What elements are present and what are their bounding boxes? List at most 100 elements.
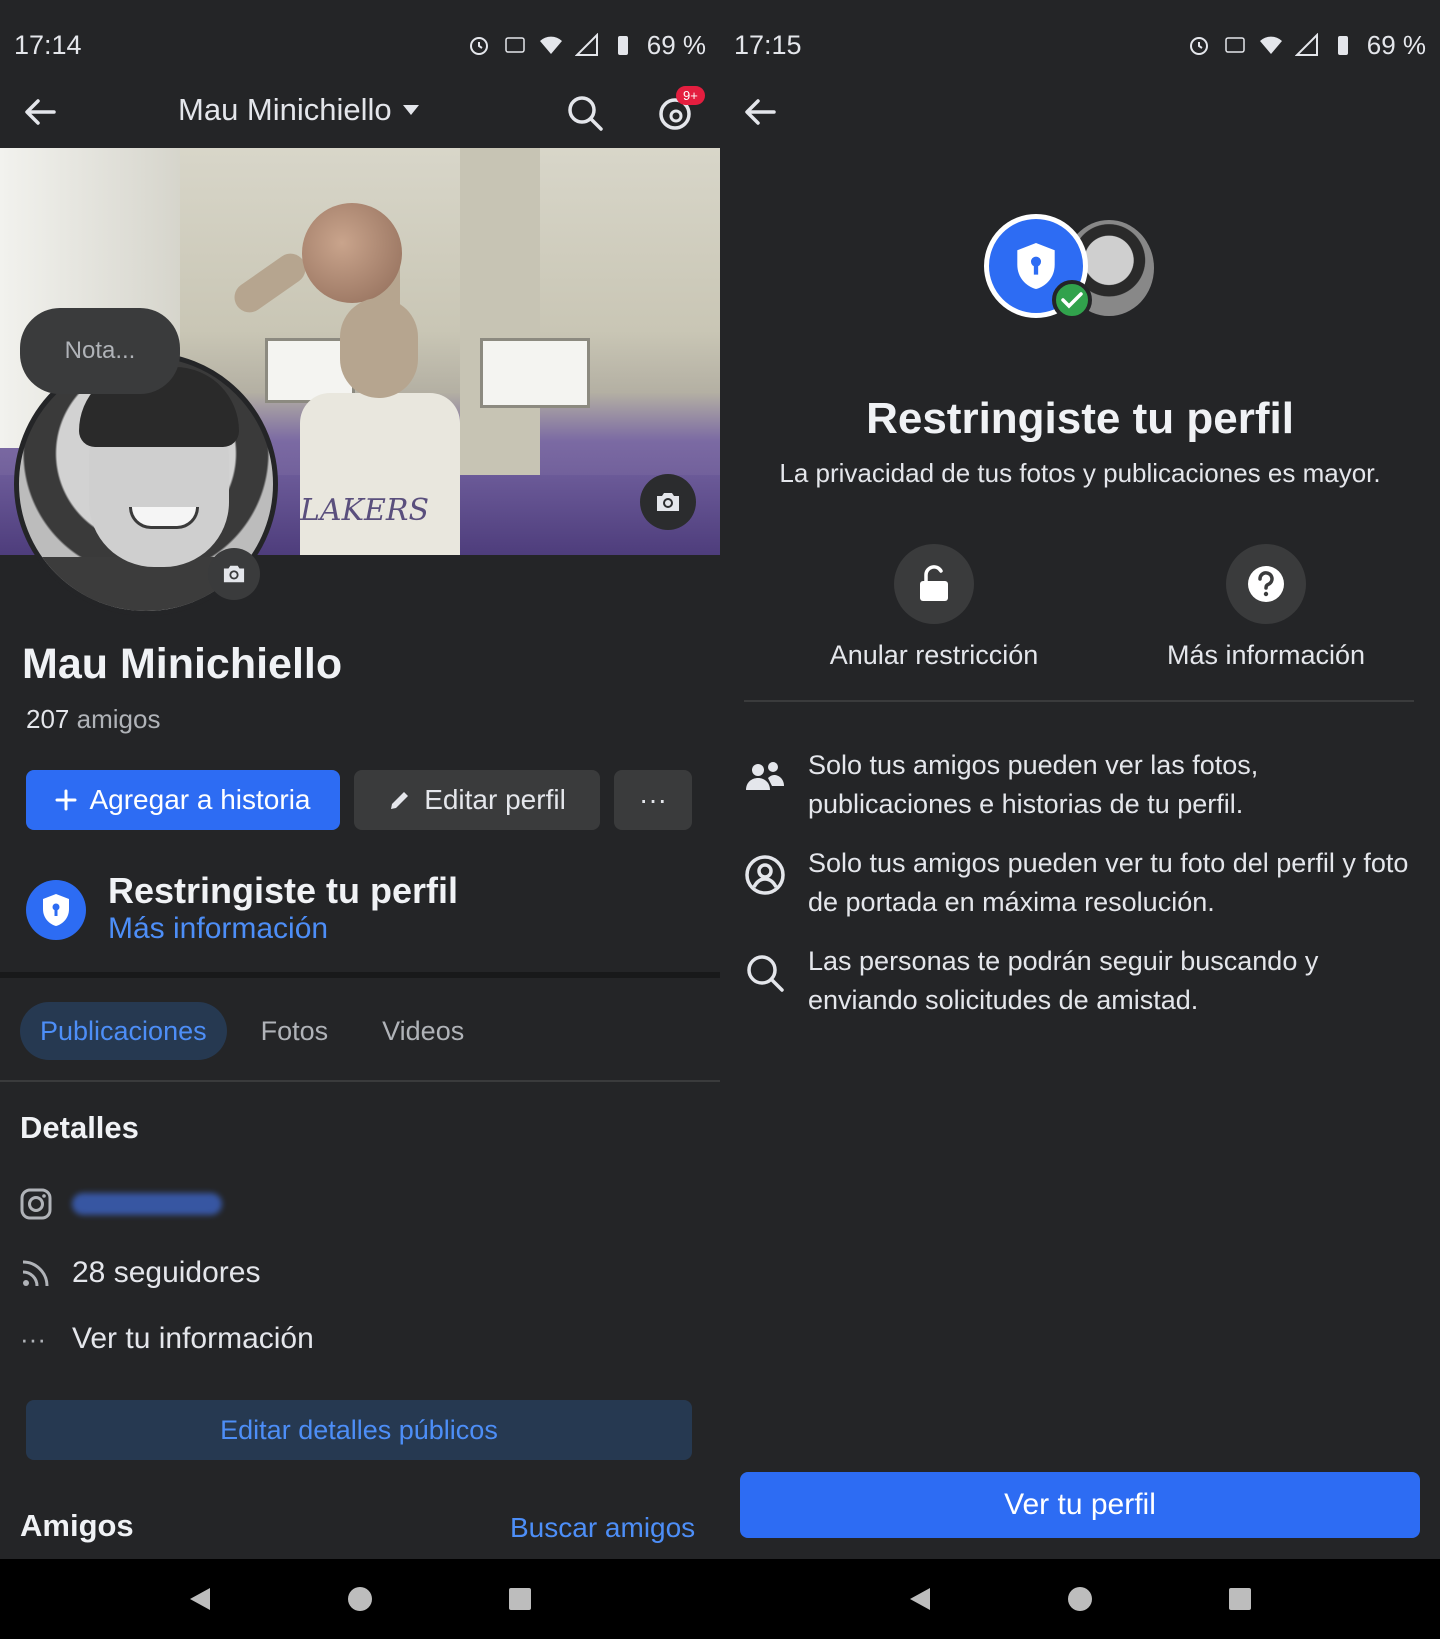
note-placeholder: Nota... xyxy=(64,337,136,364)
more-options-label: ··· xyxy=(639,784,667,815)
info-row-photo: Solo tus amigos pueden ver tu foto del p… xyxy=(744,844,1414,922)
appbar-title: Mau Minichiello xyxy=(178,92,392,127)
check-icon xyxy=(1052,280,1092,320)
wifi-icon xyxy=(1259,36,1282,54)
instagram-icon xyxy=(20,1188,52,1220)
find-friends-link[interactable]: Buscar amigos xyxy=(510,1512,695,1544)
followers-text: 28 seguidores xyxy=(72,1256,261,1289)
more-info-action[interactable]: Más información xyxy=(1116,544,1416,671)
edit-avatar-camera-button[interactable] xyxy=(208,548,260,600)
volte-icon xyxy=(1224,37,1245,53)
battery-icon xyxy=(1337,36,1348,55)
view-profile-button[interactable]: Ver tu perfil xyxy=(740,1472,1420,1538)
shield-lock-icon xyxy=(26,880,86,940)
pencil-icon xyxy=(391,792,409,809)
add-to-story-label: Agregar a historia xyxy=(89,784,311,815)
nav-home-icon[interactable] xyxy=(346,1585,374,1613)
info-text-friends: Solo tus amigos pueden ver las fotos, pu… xyxy=(808,750,1259,819)
edit-profile-label: Editar perfil xyxy=(424,784,566,815)
edit-public-details-button[interactable]: Editar detalles públicos xyxy=(26,1400,692,1460)
see-info-row[interactable]: ··· Ver tu información xyxy=(20,1322,314,1356)
signal-icon xyxy=(1294,33,1318,56)
back-arrow-icon[interactable] xyxy=(20,92,60,132)
info-text-search: Las personas te podrán seguir buscando y… xyxy=(808,946,1319,1015)
status-bar: 17:15 69 % xyxy=(720,0,1440,90)
profile-circle-icon xyxy=(745,855,785,895)
friends-heading: Amigos xyxy=(20,1508,134,1543)
rss-icon xyxy=(22,1260,49,1287)
ellipsis-icon: ··· xyxy=(20,1323,46,1354)
jersey-text: LAKERS xyxy=(300,493,430,528)
details-heading: Detalles xyxy=(20,1110,139,1145)
notification-badge: 9+ xyxy=(676,86,705,105)
restricted-title: Restringiste tu perfil xyxy=(108,870,459,911)
info-row-friends: Solo tus amigos pueden ver las fotos, pu… xyxy=(744,746,1414,824)
system-nav-bar xyxy=(720,1559,1440,1639)
profile-screen: 17:14 69 % Mau Minichiello 9+ LAKERS Not… xyxy=(0,0,720,1639)
edit-cover-camera-button[interactable] xyxy=(640,474,696,530)
friends-label: amigos xyxy=(76,704,161,734)
status-icons: 69 % xyxy=(1187,30,1426,61)
friends-count[interactable]: 207 amigos xyxy=(26,704,160,735)
add-to-story-button[interactable]: Agregar a historia xyxy=(26,770,340,830)
tab-publicaciones[interactable]: Publicaciones xyxy=(20,1002,227,1060)
tab-fotos[interactable]: Fotos xyxy=(241,1002,349,1060)
more-options-button[interactable]: ··· xyxy=(614,770,692,830)
plus-icon xyxy=(55,789,77,811)
edit-public-label: Editar detalles públicos xyxy=(220,1414,498,1445)
nav-recents-icon[interactable] xyxy=(506,1585,534,1613)
restriction-hero xyxy=(984,214,1174,324)
more-info-link[interactable]: Más información xyxy=(108,912,328,946)
search-icon xyxy=(747,955,784,992)
info-row-search: Las personas te podrán seguir buscando y… xyxy=(744,942,1414,1020)
basketball xyxy=(302,203,402,303)
status-bar: 17:14 69 % xyxy=(0,0,720,90)
status-icons: 69 % xyxy=(467,30,706,61)
battery-percent: 69 % xyxy=(1366,29,1426,60)
camera-icon xyxy=(223,565,245,583)
friends-icon xyxy=(746,762,784,790)
info-text-photo: Solo tus amigos pueden ver tu foto del p… xyxy=(808,848,1409,917)
wifi-icon xyxy=(539,36,562,54)
battery-icon xyxy=(617,36,628,55)
tab-videos[interactable]: Videos xyxy=(362,1002,484,1060)
restricted-profile-banner[interactable]: Restringiste tu perfil Más información xyxy=(26,870,706,950)
profile-switcher[interactable]: Mau Minichiello xyxy=(178,92,420,128)
nav-home-icon[interactable] xyxy=(1066,1585,1094,1613)
search-icon[interactable] xyxy=(566,94,604,132)
restriction-subtitle: La privacidad de tus fotos y publicacion… xyxy=(779,458,1381,488)
app-bar xyxy=(720,80,1440,146)
unrestrict-label: Anular restricción xyxy=(829,640,1039,670)
volte-icon xyxy=(504,37,525,53)
profile-name: Mau Minichiello xyxy=(22,640,343,688)
nav-recents-icon[interactable] xyxy=(1226,1585,1254,1613)
alarm-icon xyxy=(469,37,488,55)
status-time: 17:14 xyxy=(14,29,82,60)
view-profile-label: Ver tu perfil xyxy=(1004,1488,1156,1521)
alarm-icon xyxy=(1189,37,1208,55)
caret-down-icon xyxy=(402,105,419,115)
question-icon xyxy=(1226,544,1306,624)
app-bar: Mau Minichiello 9+ xyxy=(0,80,720,146)
nav-back-icon[interactable] xyxy=(186,1585,214,1613)
unlock-icon xyxy=(894,544,974,624)
nav-back-icon[interactable] xyxy=(906,1585,934,1613)
friends-number: 207 xyxy=(26,704,70,734)
see-info-text: Ver tu información xyxy=(72,1322,314,1355)
restriction-info-screen: 17:15 69 % Restringiste tu perfil La pri… xyxy=(720,0,1440,1639)
battery-percent: 69 % xyxy=(646,29,706,60)
tabs-divider xyxy=(0,1080,720,1082)
note-bubble[interactable]: Nota... xyxy=(20,308,180,394)
section-divider xyxy=(0,972,720,978)
section-divider xyxy=(744,700,1414,702)
more-info-label: Más información xyxy=(1166,640,1366,670)
system-nav-bar xyxy=(0,1559,720,1639)
unrestrict-action[interactable]: Anular restricción xyxy=(784,544,1084,671)
instagram-row[interactable] xyxy=(20,1188,222,1220)
signal-icon xyxy=(574,33,598,56)
followers-row[interactable]: 28 seguidores xyxy=(20,1256,260,1290)
profile-tabs: Publicaciones Fotos Videos xyxy=(20,1002,484,1060)
back-arrow-icon[interactable] xyxy=(740,92,780,132)
blurred-username xyxy=(72,1193,222,1215)
edit-profile-button[interactable]: Editar perfil xyxy=(354,770,600,830)
